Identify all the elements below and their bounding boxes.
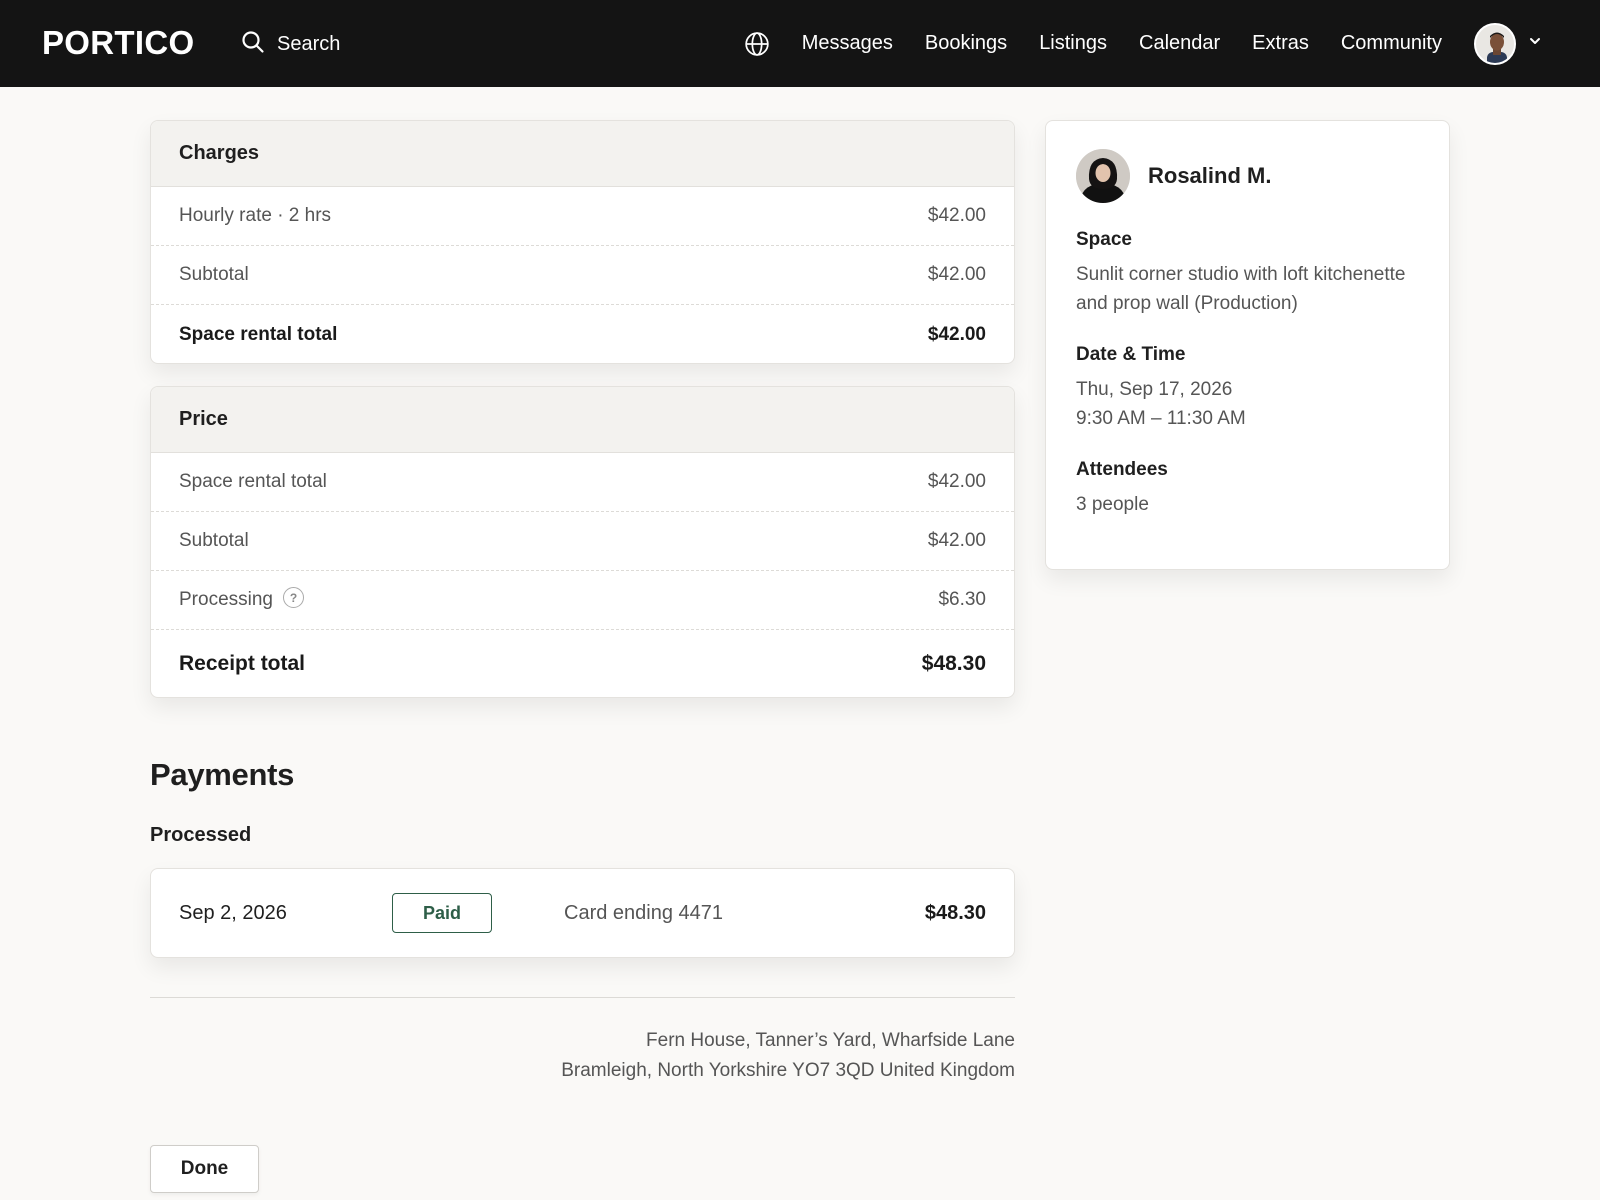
date-value: Thu, Sep 17, 2026 [1076,379,1233,400]
space-section: Space Sunlit corner studio with loft kit… [1076,229,1419,318]
payment-row: Sep 2, 2026 Paid Card ending 4471 $48.30 [150,868,1015,958]
datetime-section: Date & Time Thu, Sep 17, 2026 9:30 AM – … [1076,344,1419,433]
search-icon [241,30,265,59]
row-amount: $42.00 [927,530,986,551]
row-amount: $6.30 [938,589,986,610]
booking-summary-card: Rosalind M. Space Sunlit corner studio w… [1045,120,1450,570]
price-row-space-rental: Space rental total $42.00 [151,453,1014,512]
main-nav: Messages Bookings Listings Calendar Extr… [744,0,1542,87]
globe-icon[interactable] [744,31,770,57]
charges-row-total: Space rental total $42.00 [151,305,1014,363]
processed-subheading: Processed [150,824,252,846]
address-block: Fern House, Tanner’s Yard, Wharfside Lan… [150,1026,1015,1086]
row-amount: $42.00 [927,264,986,285]
portico-logo[interactable]: PORTICO [42,24,194,62]
help-icon[interactable]: ? [283,587,304,609]
datetime-label: Date & Time [1076,344,1186,365]
price-row-subtotal: Subtotal $42.00 [151,512,1014,571]
nav-extras[interactable]: Extras [1252,32,1309,55]
space-label: Space [1076,229,1132,250]
done-button[interactable]: Done [150,1145,259,1193]
row-label-wrap: Processing? [179,587,304,611]
nav-listings[interactable]: Listings [1039,32,1107,55]
nav-messages[interactable]: Messages [802,32,893,55]
row-amount: $48.30 [921,651,986,675]
row-label: Space rental total [179,323,338,345]
user-avatar [1474,22,1516,65]
space-value: Sunlit corner studio with loft kitchenet… [1076,264,1406,314]
attendees-section: Attendees 3 people [1076,459,1419,519]
payment-date: Sep 2, 2026 [179,902,287,924]
attendees-label: Attendees [1076,459,1168,480]
address-line-1: Fern House, Tanner’s Yard, Wharfside Lan… [646,1030,1015,1051]
charges-row-hourly: Hourly rate · 2 hrs $42.00 [151,187,1014,246]
payments-heading: Payments [150,757,295,792]
attendees-value: 3 people [1076,494,1149,515]
time-value: 9:30 AM – 11:30 AM [1076,408,1246,429]
status-badge: Paid [392,893,492,933]
search-label: Search [277,32,341,55]
row-label: Space rental total [179,471,327,492]
search-button[interactable]: Search [241,28,340,60]
address-line-2: Bramleigh, North Yorkshire YO7 3QD Unite… [561,1060,1015,1081]
row-amount: $42.00 [927,205,986,226]
top-navigation-bar: PORTICO Search Messages Bookings Listing… [0,0,1600,87]
price-row-receipt-total: Receipt total $48.30 [151,630,1014,697]
host-info: Rosalind M. [1076,149,1419,203]
account-menu[interactable] [1474,22,1542,65]
chevron-down-icon [1528,34,1542,53]
price-title: Price [151,387,1014,453]
row-label: Processing [179,589,273,610]
nav-calendar[interactable]: Calendar [1139,32,1220,55]
row-label: Subtotal [179,530,249,551]
nav-community[interactable]: Community [1341,32,1442,55]
payment-amount: $48.30 [924,902,986,924]
payment-method: Card ending 4471 [564,902,724,924]
charges-title: Charges [151,121,1014,187]
charges-card: Charges Hourly rate · 2 hrs $42.00 Subto… [150,120,1015,364]
row-amount: $42.00 [927,471,986,492]
divider [150,997,1015,998]
row-label: Hourly rate · 2 hrs [179,205,332,226]
charges-row-subtotal: Subtotal $42.00 [151,246,1014,305]
nav-bookings[interactable]: Bookings [925,32,1007,55]
host-name: Rosalind M. [1148,163,1272,188]
row-label: Subtotal [179,264,249,285]
row-amount: $42.00 [927,323,986,345]
row-label: Receipt total [179,651,306,675]
host-avatar[interactable] [1076,149,1130,203]
price-row-processing: Processing? $6.30 [151,571,1014,630]
price-card: Price Space rental total $42.00 Subtotal… [150,386,1015,698]
